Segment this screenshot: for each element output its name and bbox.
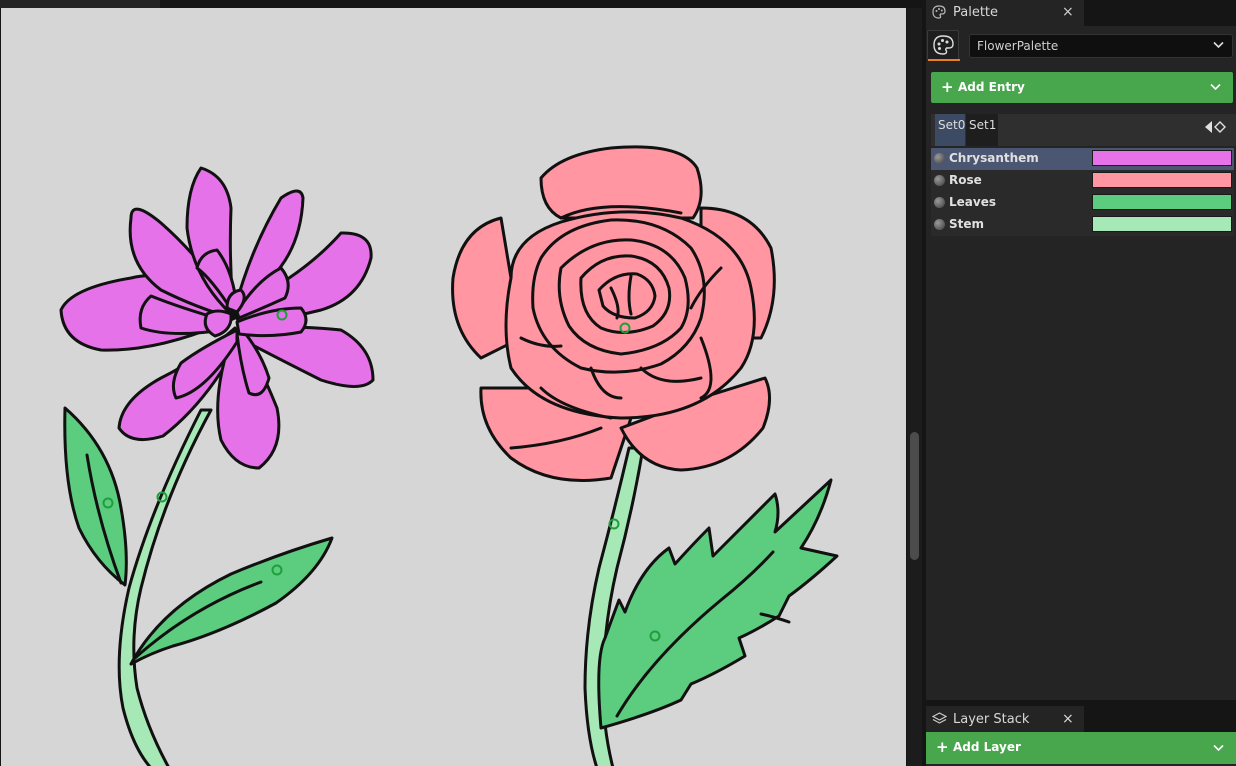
palette-tab-label: Palette — [953, 5, 999, 20]
entry-name: Leaves — [949, 195, 996, 209]
layer-stack-tab-bar: Layer Stack × — [926, 704, 1236, 732]
entry-color-swatch[interactable] — [1092, 194, 1232, 210]
add-entry-button[interactable]: + Add Entry — [931, 72, 1233, 103]
palette-tab-bar: Palette × — [926, 0, 1236, 26]
tab-set1[interactable]: Set1 — [966, 114, 998, 146]
list-item[interactable]: Leaves — [931, 192, 1234, 214]
chrysanthemum-leaf-right — [129, 536, 334, 666]
entry-drag-handle-icon[interactable] — [934, 219, 945, 230]
entry-drag-handle-icon[interactable] — [934, 153, 945, 164]
plus-icon: + — [936, 738, 949, 756]
layer-stack-tab[interactable]: Layer Stack × — [926, 706, 1084, 732]
tab-set1-label: Set1 — [969, 118, 997, 132]
add-layer-button[interactable]: + Add Layer — [926, 732, 1236, 764]
close-icon[interactable]: × — [1062, 711, 1074, 727]
tab-set0-label: Set0 — [938, 118, 966, 132]
entry-name: Chrysanthem — [949, 151, 1039, 165]
scrollbar-thumb[interactable] — [910, 432, 919, 560]
entry-color-swatch[interactable] — [1092, 216, 1232, 232]
entry-drag-handle-icon[interactable] — [934, 175, 945, 186]
palette-icon — [932, 5, 946, 19]
palette-panel: Palette × FlowerPalette + Add Entry Set0… — [926, 0, 1236, 700]
canvas-vertical-scrollbar[interactable] — [907, 8, 922, 766]
plus-icon: + — [941, 78, 954, 96]
chevron-down-icon[interactable] — [1210, 83, 1221, 91]
active-indicator — [928, 59, 960, 61]
entry-name: Rose — [949, 173, 982, 187]
chevron-down-icon[interactable] — [1213, 744, 1224, 752]
chevron-down-icon — [1213, 41, 1224, 49]
palette-entry-list: Chrysanthem Rose Leaves Stem — [931, 148, 1234, 236]
palette-tab[interactable]: Palette × — [926, 0, 1084, 26]
flower-artwork — [59, 145, 839, 766]
add-entry-label: Add Entry — [958, 80, 1025, 94]
palette-picker-button[interactable] — [927, 30, 960, 61]
list-item[interactable]: Stem — [931, 214, 1234, 236]
set-navigation-arrows-icon[interactable] — [1204, 120, 1226, 134]
entry-name: Stem — [949, 217, 985, 231]
layer-stack-panel: Layer Stack × + Add Layer — [926, 704, 1236, 766]
layers-icon — [932, 712, 947, 724]
entry-color-swatch[interactable] — [1092, 150, 1232, 166]
palette-icon — [933, 35, 954, 55]
drawing-canvas[interactable] — [1, 8, 906, 766]
add-layer-label: Add Layer — [953, 740, 1021, 754]
entry-drag-handle-icon[interactable] — [934, 197, 945, 208]
layer-stack-tab-label: Layer Stack — [953, 712, 1030, 727]
set-tab-bar: Set0 Set1 — [931, 114, 1236, 146]
list-item[interactable]: Rose — [931, 170, 1234, 192]
palette-select-value: FlowerPalette — [977, 39, 1059, 53]
document-tab-strip — [0, 0, 922, 8]
chrysanthemum-stem — [117, 408, 213, 766]
list-item[interactable]: Chrysanthem — [931, 148, 1234, 170]
palette-select[interactable]: FlowerPalette — [969, 34, 1233, 58]
close-icon[interactable]: × — [1062, 4, 1074, 20]
entry-color-swatch[interactable] — [1092, 172, 1232, 188]
document-tab[interactable] — [0, 0, 160, 8]
tab-set0[interactable]: Set0 — [935, 114, 965, 146]
